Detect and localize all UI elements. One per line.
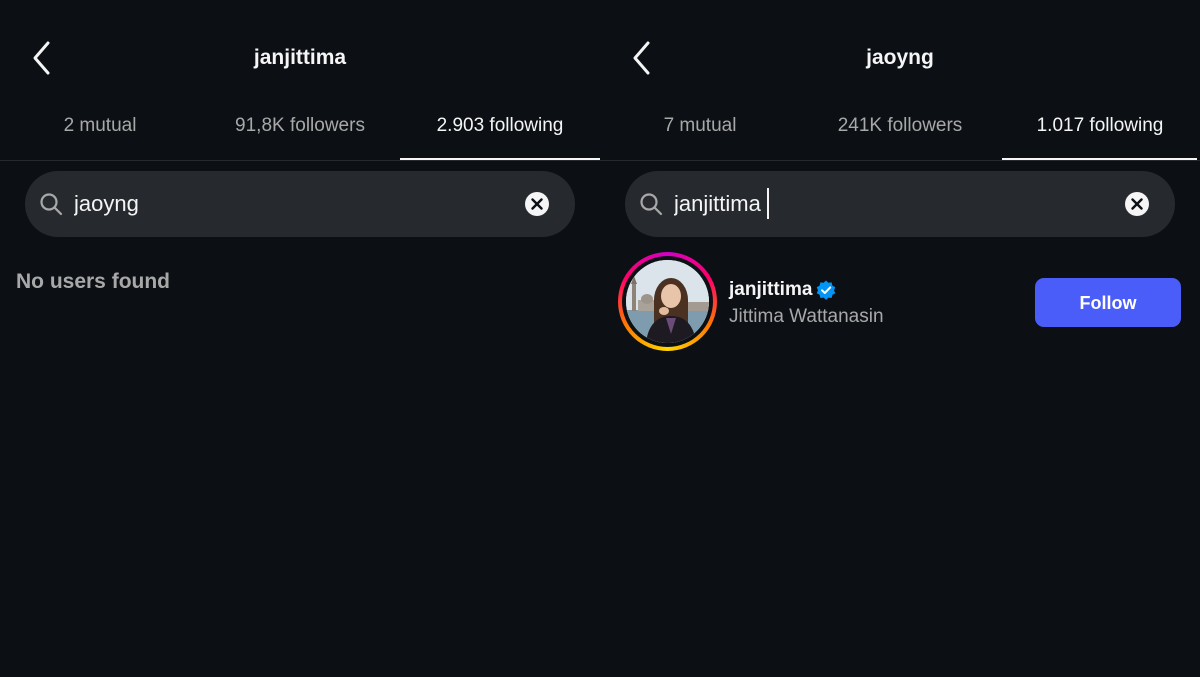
tab-following[interactable]: 2.903 following	[400, 108, 600, 160]
username[interactable]: janjittima	[729, 279, 812, 300]
right-panel: jaoyng 7 mutual 241K followers 1.017 fol…	[600, 0, 1200, 677]
tab-bar: 2 mutual 91,8K followers 2.903 following	[0, 108, 600, 161]
search-bar	[25, 171, 575, 237]
close-icon	[531, 198, 543, 210]
username-line: janjittima	[729, 279, 836, 301]
story-ring[interactable]	[618, 252, 717, 351]
tab-mutual[interactable]: 2 mutual	[0, 108, 200, 159]
empty-results-message: No users found	[16, 270, 171, 293]
search-icon	[640, 193, 663, 216]
tab-followers[interactable]: 91,8K followers	[200, 108, 400, 159]
search-input[interactable]	[673, 171, 1114, 237]
page-title: janjittima	[253, 46, 347, 69]
tab-mutual[interactable]: 7 mutual	[600, 108, 800, 159]
header: janjittima	[0, 0, 600, 110]
text-cursor	[767, 188, 769, 219]
search-input[interactable]	[73, 171, 514, 237]
tab-followers[interactable]: 241K followers	[800, 108, 1000, 159]
verified-badge-icon	[817, 280, 836, 300]
clear-search-button[interactable]	[1125, 192, 1149, 216]
profile-photo	[626, 260, 709, 343]
follow-button[interactable]: Follow	[1035, 278, 1181, 327]
clear-search-button[interactable]	[525, 192, 549, 216]
avatar	[626, 260, 709, 343]
search-bar	[625, 171, 1175, 237]
left-panel: janjittima 2 mutual 91,8K followers 2.90…	[0, 0, 600, 677]
search-icon	[40, 193, 63, 216]
tab-following[interactable]: 1.017 following	[1000, 108, 1200, 160]
page-title: jaoyng	[866, 46, 934, 69]
close-icon	[1131, 198, 1143, 210]
full-name: Jittima Wattanasin	[729, 306, 884, 327]
user-result-row[interactable]: janjittima Jittima Wattanasin Follow	[618, 252, 1200, 352]
header: jaoyng	[600, 0, 1200, 110]
tab-bar: 7 mutual 241K followers 1.017 following	[600, 108, 1200, 161]
